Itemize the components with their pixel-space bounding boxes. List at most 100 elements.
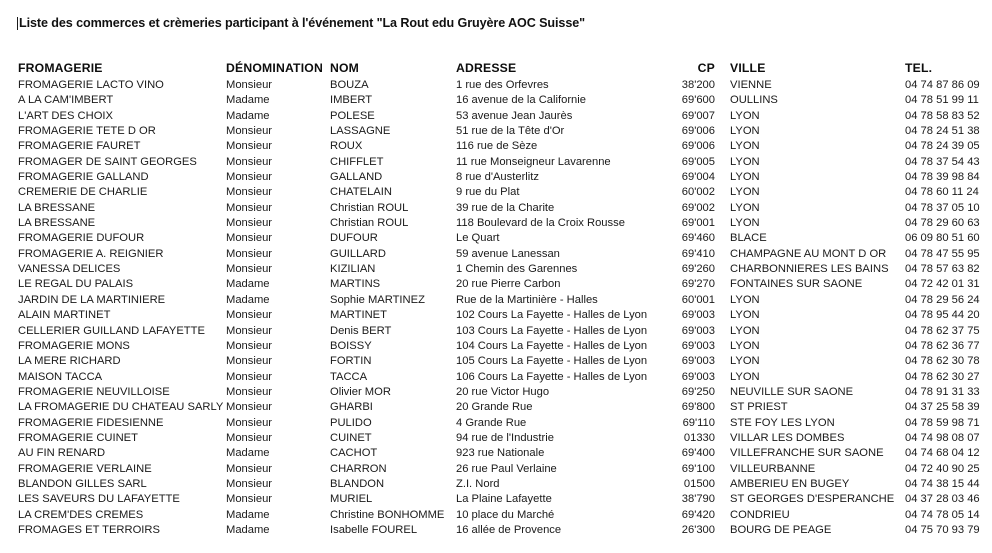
cell-ville: LYON: [730, 171, 760, 184]
cell-fromagerie: LA MERE RICHARD: [18, 355, 121, 368]
cell-tel: 04 74 87 86 09: [905, 79, 980, 91]
table-row: JARDIN DE LA MARTINIERE Madame Sophie MART…: [0, 293, 992, 308]
commerces-table: FROMAGERIE DÉNOMINATION NOM ADRESSE CP V…: [0, 60, 992, 538]
cell-adresse: 118 Boulevard de la Croix Rousse: [456, 217, 625, 230]
cell-nom: BOISSY: [330, 339, 372, 352]
cell-adresse: 1 rue des Orfevres: [456, 79, 549, 91]
cell-nom: ROUX: [330, 140, 363, 153]
cell-tel: 04 75 70 93 79: [905, 523, 980, 536]
cell-ville: LYON: [730, 370, 760, 383]
cell-tel: 04 78 58 83 52: [905, 109, 980, 122]
cell-nom: Olivier MOR: [330, 385, 391, 398]
cell-cp: 69'100: [681, 462, 715, 475]
cell-tel: 04 78 62 37 75: [905, 324, 980, 337]
cell-adresse: 10 place du Marché: [456, 508, 555, 521]
document-title-row: Liste des commerces et crèmeries partici…: [0, 13, 992, 33]
cell-adresse: 106 Cours La Fayette - Halles de Lyon: [456, 370, 648, 383]
table-row: BLANDON GILLES SARL Monsieur BLANDON Z.I. N…: [0, 477, 992, 492]
cell-adresse: 8 rue d'Austerlitz: [456, 171, 539, 184]
page-title: Liste des commerces et crèmeries partici…: [19, 16, 586, 30]
cell-adresse: 39 rue de la Charite: [456, 201, 555, 214]
cell-ville: LYON: [730, 293, 760, 306]
cell-ville: BOURG DE PEAGE: [730, 523, 832, 536]
cell-ville: LYON: [730, 186, 760, 199]
cell-denomination: Monsieur: [226, 385, 273, 398]
table-row: FROMAGERIE FAURET Monsieur ROUX 116 rue de …: [0, 139, 992, 154]
cell-tel: 04 78 29 60 63: [905, 217, 980, 230]
cell-denomination: Monsieur: [226, 493, 273, 506]
table-row: FROMAGERIE GALLAND Monsieur GALLAND 8 rue d…: [0, 170, 992, 185]
cell-tel: 04 78 62 36 77: [905, 339, 980, 352]
cell-tel: 04 78 47 55 95: [905, 247, 980, 260]
cell-tel: 04 78 62 30 27: [905, 370, 980, 383]
cell-tel: 04 78 60 11 24: [905, 186, 979, 199]
cell-nom: Denis BERT: [330, 324, 392, 337]
cell-denomination: Monsieur: [226, 401, 273, 414]
cell-denomination: Monsieur: [226, 370, 273, 383]
cell-nom: CHATELAIN: [330, 186, 392, 199]
cell-cp: 69'003: [681, 355, 715, 368]
cell-cp: 69'003: [681, 339, 715, 352]
cell-adresse: 9 rue du Plat: [456, 186, 520, 199]
cell-adresse: 59 avenue Lanessan: [456, 247, 560, 260]
cell-fromagerie: BLANDON GILLES SARL: [18, 477, 147, 490]
cell-cp: 69'420: [681, 508, 715, 521]
cell-denomination: Monsieur: [226, 477, 273, 490]
cell-adresse: Le Quart: [456, 232, 500, 245]
cell-denomination: Monsieur: [226, 339, 273, 352]
cell-cp: 69'270: [681, 278, 715, 291]
cell-tel: 04 78 37 05 10: [905, 201, 980, 214]
table-row: FROMAGERIE FIDESIENNE Monsieur PULIDO 4 Gra…: [0, 416, 992, 431]
cell-denomination: Monsieur: [226, 171, 273, 184]
cell-adresse: 20 rue Victor Hugo: [456, 385, 550, 398]
cell-ville: LYON: [730, 125, 760, 138]
cell-ville: CONDRIEU: [730, 508, 790, 521]
cell-nom: FORTIN: [330, 355, 372, 368]
table-row: FROMAGERIE VERLAINE Monsieur CHARRON 26 rue…: [0, 462, 992, 477]
cell-ville: AMBERIEU EN BUGEY: [730, 477, 850, 490]
cell-ville: CHAMPAGNE AU MONT D OR: [730, 247, 887, 260]
cell-denomination: Madame: [226, 447, 270, 460]
cell-fromagerie: MAISON TACCA: [18, 370, 103, 383]
table-row: L'ART DES CHOIX Madame POLESE 53 avenue Jea…: [0, 109, 992, 124]
cell-tel: 06 09 80 51 60: [905, 232, 980, 245]
cell-adresse: 94 rue de l'Industrie: [456, 431, 554, 444]
cell-nom: MURIEL: [330, 493, 373, 506]
column-header-nom: NOM: [330, 61, 360, 75]
cell-adresse: 53 avenue Jean Jaurès: [456, 109, 573, 122]
cell-fromagerie: CELLERIER GUILLAND LAFAYETTE: [18, 324, 205, 337]
cell-cp: 69'006: [681, 125, 715, 138]
cell-nom: CHARRON: [330, 462, 387, 475]
cell-cp: 26'300: [681, 523, 715, 536]
cell-ville: LYON: [730, 339, 760, 352]
cell-cp: 69'800: [681, 401, 715, 414]
cell-tel: 04 74 38 15 44: [905, 477, 980, 490]
cell-ville: VILLEFRANCHE SUR SAONE: [730, 447, 884, 460]
cell-ville: ST PRIEST: [730, 401, 788, 414]
cell-fromagerie: FROMAGER DE SAINT GEORGES: [18, 155, 197, 168]
cell-cp: 60'001: [681, 293, 715, 306]
cell-nom: IMBERT: [330, 94, 373, 107]
cell-nom: GUILLARD: [330, 247, 386, 260]
cell-denomination: Monsieur: [226, 140, 273, 153]
cell-cp: 69'460: [681, 232, 715, 245]
table-row: MAISON TACCA Monsieur TACCA 106 Cours La Fa…: [0, 370, 992, 385]
column-header-ville: VILLE: [730, 61, 766, 75]
cell-ville: VIENNE: [730, 79, 772, 91]
cell-cp: 69'260: [681, 263, 715, 276]
cell-denomination: Monsieur: [226, 247, 273, 260]
cell-fromagerie: LE REGAL DU PALAIS: [18, 278, 134, 291]
cell-ville: LYON: [730, 355, 760, 368]
cell-nom: Sophie MARTINEZ: [330, 293, 425, 306]
cell-ville: OULLINS: [730, 94, 778, 107]
cell-fromagerie: AU FIN RENARD: [18, 447, 106, 460]
cell-nom: MARTINET: [330, 309, 387, 322]
cell-adresse: 20 rue Pierre Carbon: [456, 278, 561, 291]
cell-adresse: 116 rue de Sèze: [456, 140, 538, 153]
cell-fromagerie: FROMAGERIE FIDESIENNE: [18, 416, 164, 429]
cell-denomination: Monsieur: [226, 309, 273, 322]
table-row: FROMAGERIE NEUVILLOISE Monsieur Olivier MO…: [0, 385, 992, 400]
cell-ville: LYON: [730, 201, 760, 214]
cell-fromagerie: FROMAGERIE A. REIGNIER: [18, 247, 164, 260]
cell-cp: 69'002: [681, 201, 715, 214]
